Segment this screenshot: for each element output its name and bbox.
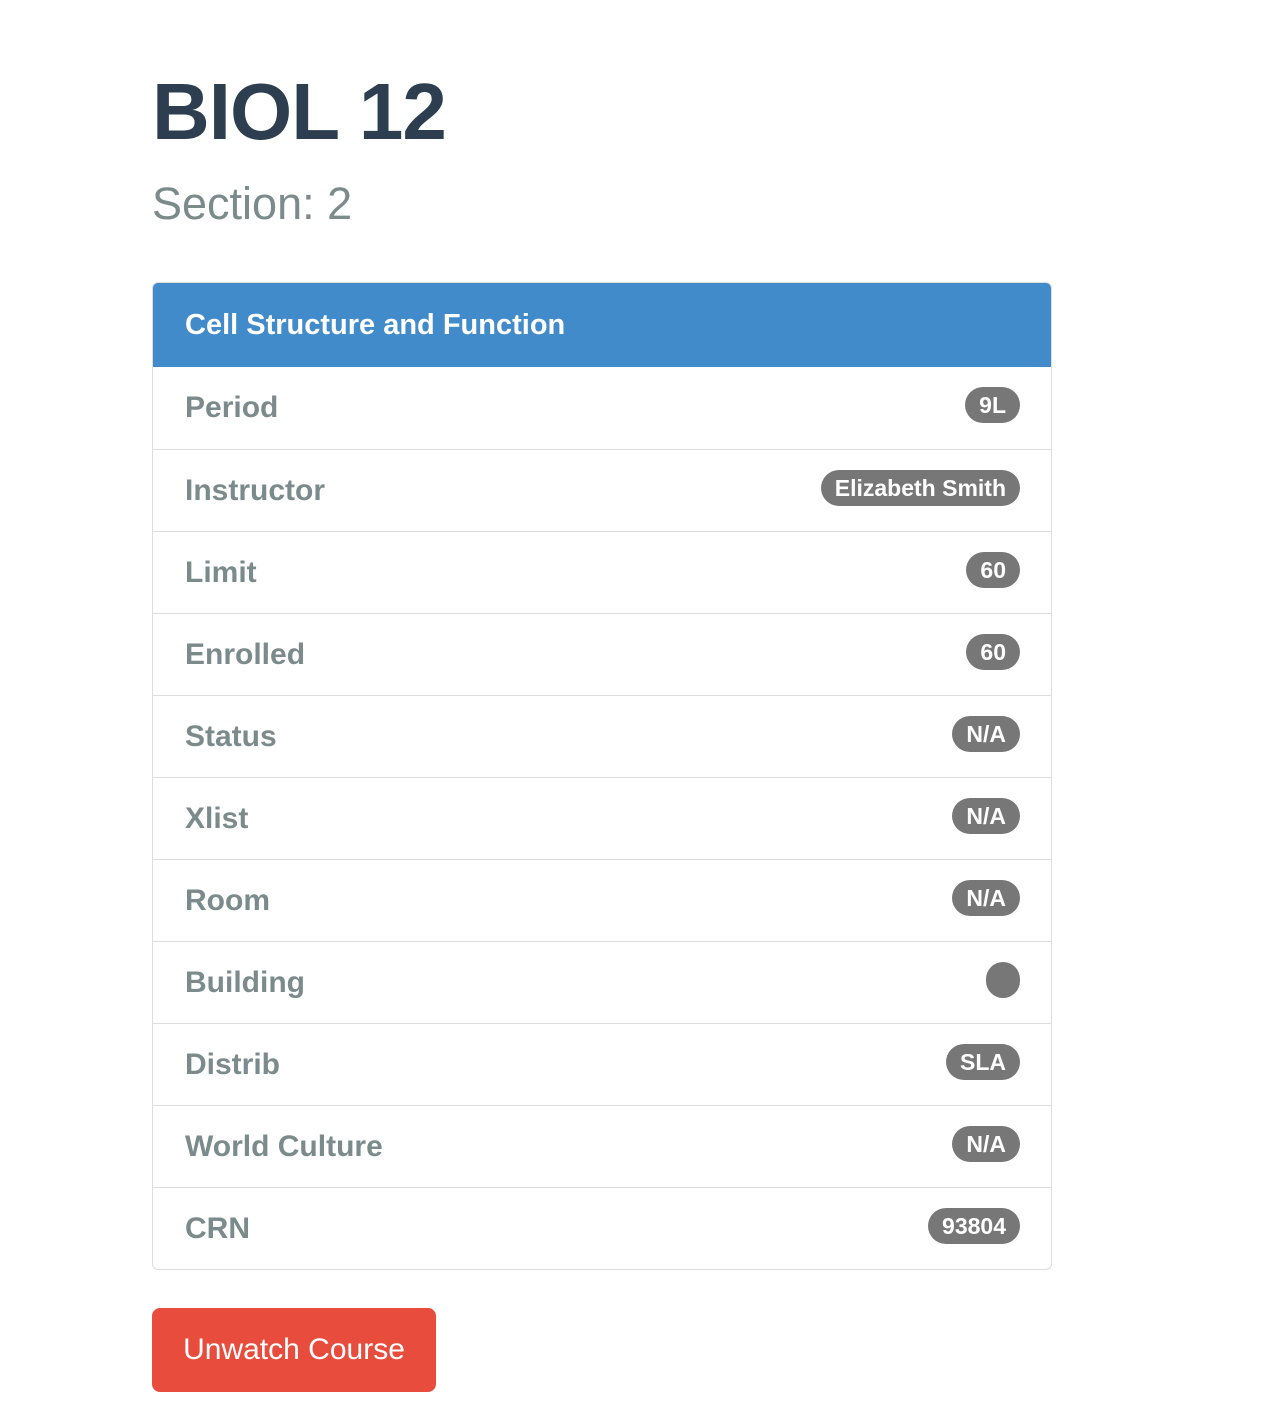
list-item-limit: Limit 60: [153, 531, 1051, 613]
course-name-heading: Cell Structure and Function: [153, 283, 1051, 367]
enrolled-badge: 60: [966, 633, 1020, 670]
course-code-title: BIOL 12: [152, 67, 447, 156]
xlist-label: Xlist: [185, 801, 249, 835]
status-badge: N/A: [952, 715, 1020, 752]
world-culture-badge: N/A: [952, 1125, 1020, 1162]
period-badge: 9L: [965, 387, 1020, 423]
list-item-period: Period 9L: [153, 367, 1051, 449]
list-item-enrolled: Enrolled 60: [153, 613, 1051, 695]
status-label: Status: [185, 719, 277, 753]
list-item-instructor: Instructor Elizabeth Smith: [153, 449, 1051, 531]
instructor-badge: Elizabeth Smith: [820, 469, 1020, 506]
list-item-crn: CRN 93804: [153, 1187, 1051, 1269]
xlist-badge: N/A: [952, 797, 1020, 834]
list-item-status: Status N/A: [153, 695, 1051, 777]
list-item-world-culture: World Culture N/A: [153, 1105, 1051, 1187]
enrolled-label: Enrolled: [185, 637, 306, 671]
period-label: Period: [185, 391, 279, 424]
list-item-room: Room N/A: [153, 859, 1051, 941]
room-badge: N/A: [952, 879, 1020, 916]
limit-badge: 60: [966, 551, 1020, 588]
limit-label: Limit: [185, 555, 257, 589]
list-item-building: Building: [153, 941, 1051, 1023]
instructor-label: Instructor: [185, 473, 326, 507]
building-label: Building: [185, 965, 305, 999]
course-info-panel: Cell Structure and Function Period 9L In…: [152, 282, 1052, 1270]
world-culture-label: World Culture: [185, 1129, 383, 1163]
list-item-distrib: Distrib SLA: [153, 1023, 1051, 1105]
building-badge: [986, 961, 1020, 998]
section-label: Section: 2: [152, 178, 353, 229]
crn-badge: 93804: [928, 1207, 1020, 1244]
unwatch-course-button[interactable]: Unwatch Course: [152, 1308, 436, 1392]
distrib-badge: SLA: [946, 1043, 1020, 1080]
distrib-label: Distrib: [185, 1047, 281, 1081]
list-item-xlist: Xlist N/A: [153, 777, 1051, 859]
room-label: Room: [185, 883, 270, 917]
crn-label: CRN: [185, 1211, 250, 1245]
